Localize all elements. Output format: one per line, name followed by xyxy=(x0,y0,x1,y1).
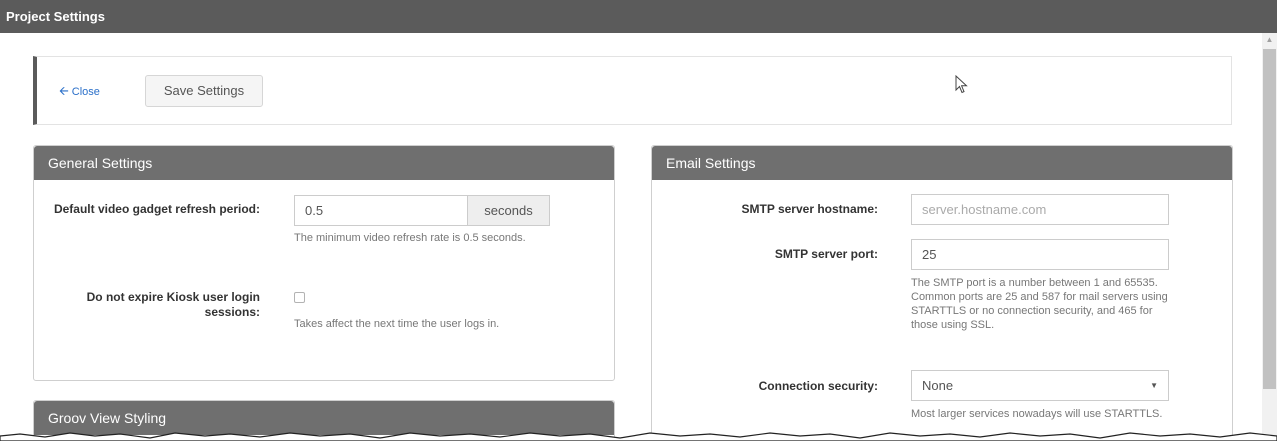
refresh-period-input[interactable]: 0.5 xyxy=(294,195,468,226)
email-settings-panel: Email Settings SMTP server hostname: ser… xyxy=(651,145,1233,441)
window-title: Project Settings xyxy=(0,0,1277,33)
connection-security-value: None xyxy=(922,378,954,393)
smtp-port-help: The SMTP port is a number between 1 and … xyxy=(911,277,1168,331)
chevron-down-icon: ▼ xyxy=(1150,381,1158,390)
refresh-unit-addon: seconds xyxy=(468,195,550,226)
close-label: Close xyxy=(71,86,100,98)
arrow-left-icon: 🡨 xyxy=(59,84,69,98)
save-settings-button[interactable]: Save Settings xyxy=(145,75,263,107)
kiosk-sessions-help: Takes affect the next time the user logs… xyxy=(294,318,500,330)
connection-security-label: Connection security: xyxy=(758,379,878,393)
kiosk-sessions-checkbox[interactable] xyxy=(294,292,305,303)
connection-security-select[interactable]: None ▼ xyxy=(911,370,1169,401)
refresh-period-label: Default video gadget refresh period: xyxy=(53,202,260,216)
scrollbar-thumb[interactable] xyxy=(1263,49,1276,389)
refresh-period-help: The minimum video refresh rate is 0.5 se… xyxy=(294,232,526,244)
groov-view-styling-title: Groov View Styling xyxy=(34,401,614,435)
smtp-hostname-input[interactable]: server.hostname.com xyxy=(911,194,1169,225)
general-settings-title: General Settings xyxy=(34,146,614,180)
general-settings-panel: General Settings Default video gadget re… xyxy=(33,145,615,381)
smtp-port-label: SMTP server port: xyxy=(774,247,878,261)
settings-toolbar: 🡨 Close Save Settings xyxy=(33,56,1232,125)
email-settings-title: Email Settings xyxy=(652,146,1232,180)
close-link[interactable]: 🡨 Close xyxy=(59,82,100,103)
smtp-port-input[interactable]: 25 xyxy=(911,239,1169,270)
smtp-hostname-placeholder: server.hostname.com xyxy=(922,202,1047,217)
smtp-hostname-label: SMTP server hostname: xyxy=(741,202,879,216)
connection-security-help: Most larger services nowadays will use S… xyxy=(911,408,1163,420)
scroll-up-icon[interactable]: ▲ xyxy=(1262,33,1277,47)
mouse-cursor-icon xyxy=(955,75,968,94)
torn-edge xyxy=(0,432,1277,441)
kiosk-sessions-label: Do not expire Kiosk user login sessions: xyxy=(86,290,260,319)
